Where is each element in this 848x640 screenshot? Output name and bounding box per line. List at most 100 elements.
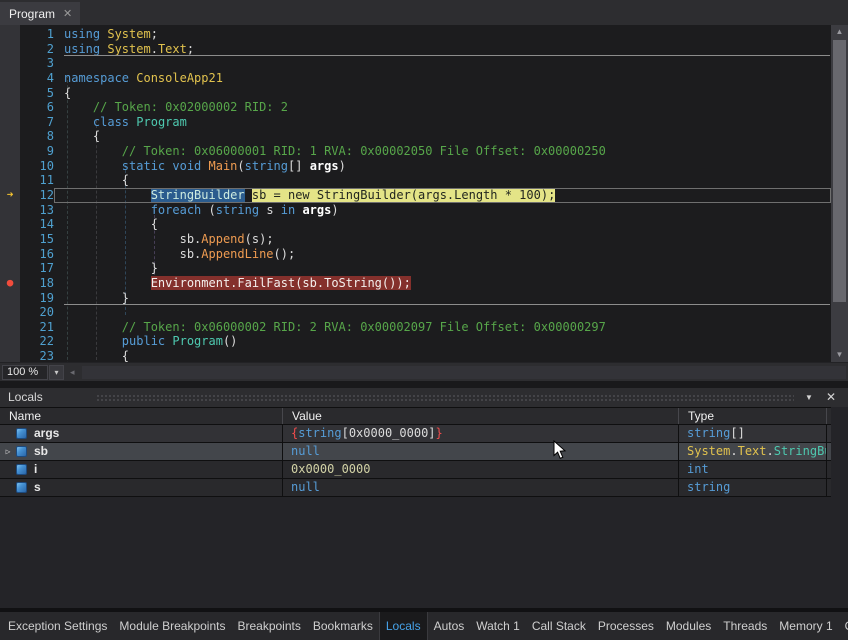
code-line[interactable]: 5{ bbox=[0, 86, 831, 101]
column-header-name[interactable]: Name bbox=[0, 408, 283, 424]
code-line[interactable]: 7 class Program bbox=[0, 115, 831, 130]
tool-tab-modules[interactable]: Modules bbox=[660, 612, 717, 640]
tool-tab-memory-1[interactable]: Memory 1 bbox=[773, 612, 838, 640]
code-text[interactable]: Environment.FailFast(sb.ToString()); bbox=[54, 276, 831, 291]
line-number[interactable]: 13 bbox=[20, 203, 54, 218]
code-text[interactable]: { bbox=[54, 129, 831, 144]
column-header-type[interactable]: Type bbox=[679, 408, 827, 424]
locals-row-i[interactable]: i0x0000_0000int bbox=[0, 461, 831, 479]
code-line[interactable]: 13 foreach (string s in args) bbox=[0, 203, 831, 218]
line-number[interactable]: 11 bbox=[20, 173, 54, 188]
line-number[interactable]: 2 bbox=[20, 42, 54, 57]
gutter-cell[interactable] bbox=[0, 334, 20, 349]
line-number[interactable]: 12 bbox=[20, 188, 54, 203]
variable-value[interactable]: null bbox=[283, 479, 679, 496]
line-number[interactable]: 9 bbox=[20, 144, 54, 159]
line-number[interactable]: 21 bbox=[20, 320, 54, 335]
code-text[interactable]: { bbox=[54, 86, 831, 101]
vertical-scrollbar[interactable]: ▲ ▼ bbox=[831, 25, 848, 362]
code-line[interactable]: 16 sb.AppendLine(); bbox=[0, 247, 831, 262]
code-text[interactable]: sb.AppendLine(); bbox=[54, 247, 831, 262]
window-menu-icon[interactable]: ▼ bbox=[800, 389, 818, 406]
code-line[interactable]: 8 { bbox=[0, 129, 831, 144]
gutter-cell[interactable] bbox=[0, 203, 20, 218]
tool-tab-bookmarks[interactable]: Bookmarks bbox=[307, 612, 379, 640]
code-text[interactable]: // Token: 0x06000001 RID: 1 RVA: 0x00002… bbox=[54, 144, 831, 159]
variable-type[interactable]: string bbox=[679, 479, 827, 496]
scroll-up-icon[interactable]: ▲ bbox=[831, 25, 848, 39]
code-line[interactable]: 15 sb.Append(s); bbox=[0, 232, 831, 247]
variable-value[interactable]: 0x0000_0000 bbox=[283, 461, 679, 478]
line-number[interactable]: 14 bbox=[20, 217, 54, 232]
code-text[interactable]: { bbox=[54, 349, 831, 362]
code-text[interactable]: } bbox=[54, 261, 831, 276]
line-number[interactable]: 8 bbox=[20, 129, 54, 144]
tool-tab-watch-1[interactable]: Watch 1 bbox=[470, 612, 526, 640]
code-text[interactable]: using System.Text; bbox=[54, 42, 831, 57]
close-icon[interactable]: ✕ bbox=[63, 7, 72, 20]
code-text[interactable]: // Token: 0x02000002 RID: 2 bbox=[54, 100, 831, 115]
horizontal-scrollbar[interactable] bbox=[82, 366, 846, 379]
tool-tab-threads[interactable]: Threads bbox=[717, 612, 773, 640]
code-line[interactable]: 4namespace ConsoleApp21 bbox=[0, 71, 831, 86]
tool-tab-exception-settings[interactable]: Exception Settings bbox=[2, 612, 113, 640]
variable-type[interactable]: int bbox=[679, 461, 827, 478]
gutter-cell[interactable] bbox=[0, 232, 20, 247]
code-line[interactable]: 1using System; bbox=[0, 27, 831, 42]
code-text[interactable]: class Program bbox=[54, 115, 831, 130]
code-text[interactable]: using System; bbox=[54, 27, 831, 42]
code-line[interactable]: 21 // Token: 0x06000002 RID: 2 RVA: 0x00… bbox=[0, 320, 831, 335]
code-line[interactable]: 20 bbox=[0, 305, 831, 320]
code-text[interactable]: foreach (string s in args) bbox=[54, 203, 831, 218]
locals-row-args[interactable]: args{string[0x0000_0000]}string[] bbox=[0, 425, 831, 443]
panel-splitter[interactable] bbox=[0, 381, 848, 388]
tool-tab-output[interactable]: Output bbox=[839, 612, 848, 640]
locals-name-cell[interactable]: i bbox=[0, 461, 283, 478]
gutter-cell[interactable] bbox=[0, 27, 20, 42]
close-icon[interactable]: ✕ bbox=[822, 389, 840, 406]
tool-tab-call-stack[interactable]: Call Stack bbox=[526, 612, 592, 640]
code-line[interactable]: 6 // Token: 0x02000002 RID: 2 bbox=[0, 100, 831, 115]
gutter-cell[interactable] bbox=[0, 217, 20, 232]
gutter-cell[interactable] bbox=[0, 56, 20, 71]
code-text[interactable]: sb.Append(s); bbox=[54, 232, 831, 247]
zoom-level-combobox[interactable]: 100 % bbox=[2, 365, 48, 380]
tool-tab-autos[interactable]: Autos bbox=[428, 612, 471, 640]
code-text[interactable]: namespace ConsoleApp21 bbox=[54, 71, 831, 86]
code-line[interactable]: 2using System.Text; bbox=[0, 42, 831, 57]
scroll-left-icon[interactable]: ◂ bbox=[70, 367, 75, 378]
locals-name-cell[interactable]: s bbox=[0, 479, 283, 496]
variable-type[interactable]: string[] bbox=[679, 425, 827, 442]
locals-name-cell[interactable]: ▷sb bbox=[0, 443, 283, 460]
line-number[interactable]: 16 bbox=[20, 247, 54, 262]
variable-value[interactable]: {string[0x0000_0000]} bbox=[283, 425, 679, 442]
breakpoint-icon[interactable]: ● bbox=[0, 276, 20, 291]
variable-type[interactable]: System.Text.StringBuilder bbox=[679, 443, 827, 460]
line-number[interactable]: 5 bbox=[20, 86, 54, 101]
current-statement-arrow-icon[interactable]: ➜ bbox=[0, 188, 20, 203]
gutter-cell[interactable] bbox=[0, 261, 20, 276]
gutter-cell[interactable] bbox=[0, 291, 20, 306]
expander-icon[interactable]: ▷ bbox=[0, 443, 16, 460]
locals-name-cell[interactable]: args bbox=[0, 425, 283, 442]
gutter-cell[interactable] bbox=[0, 159, 20, 174]
line-number[interactable]: 3 bbox=[20, 56, 54, 71]
code-line[interactable]: 9 // Token: 0x06000001 RID: 1 RVA: 0x000… bbox=[0, 144, 831, 159]
line-number[interactable]: 23 bbox=[20, 349, 54, 362]
line-number[interactable]: 20 bbox=[20, 305, 54, 320]
code-text[interactable]: StringBuilder sb = new StringBuilder(arg… bbox=[54, 188, 831, 203]
gutter-cell[interactable] bbox=[0, 71, 20, 86]
line-number[interactable]: 19 bbox=[20, 291, 54, 306]
chevron-down-icon[interactable]: ▾ bbox=[49, 365, 64, 380]
line-number[interactable]: 18 bbox=[20, 276, 54, 291]
code-line[interactable]: ➜12 StringBuilder sb = new StringBuilder… bbox=[0, 188, 831, 203]
code-line[interactable]: 23 { bbox=[0, 349, 831, 362]
code-text[interactable]: static void Main(string[] args) bbox=[54, 159, 831, 174]
code-text[interactable]: { bbox=[54, 173, 831, 188]
code-line[interactable]: 3 bbox=[0, 56, 831, 71]
line-number[interactable]: 6 bbox=[20, 100, 54, 115]
code-text[interactable]: { bbox=[54, 217, 831, 232]
code-text[interactable]: // Token: 0x06000002 RID: 2 RVA: 0x00002… bbox=[54, 320, 831, 335]
line-number[interactable]: 7 bbox=[20, 115, 54, 130]
code-text[interactable]: public Program() bbox=[54, 334, 831, 349]
